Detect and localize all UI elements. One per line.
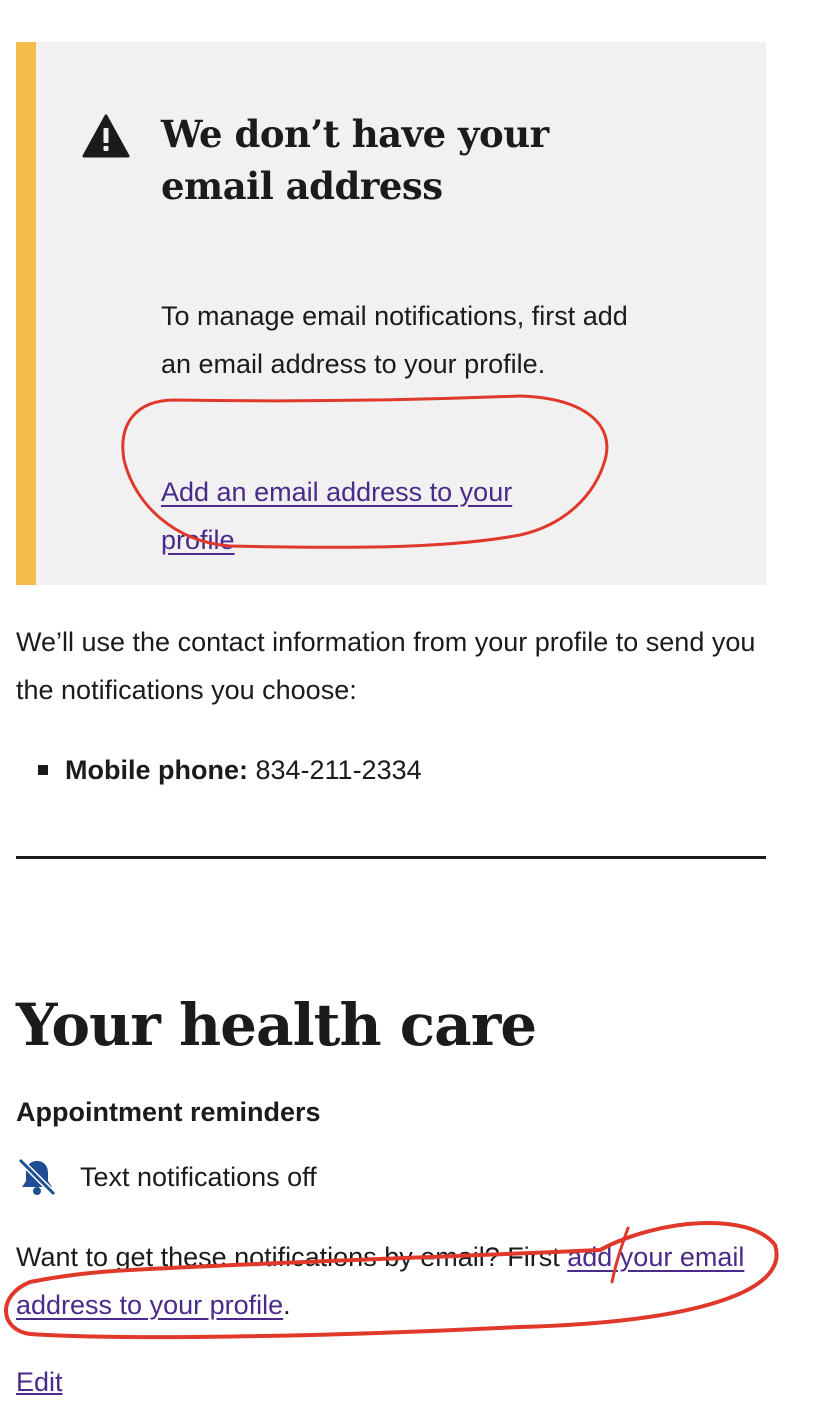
alert-body: To manage email notifications, first add…	[161, 301, 628, 379]
section-divider	[16, 856, 766, 859]
notification-status-text: Text notifications off	[80, 1161, 317, 1192]
section-title: Your health care	[16, 991, 537, 1059]
add-email-link[interactable]: Add an email address to your profile	[161, 468, 581, 564]
contact-label: Mobile phone:	[65, 755, 248, 785]
email-missing-alert: We don’t have your email address To mana…	[16, 42, 766, 585]
appointment-reminders-heading: Appointment reminders	[16, 1097, 321, 1127]
alert-accent-bar	[16, 42, 36, 585]
warning-icon	[82, 114, 130, 158]
contact-value: 834-211-2334	[247, 755, 422, 785]
contact-item-mobile-phone: Mobile phone: 834-211-2334	[16, 746, 422, 794]
contact-list: Mobile phone: 834-211-2334	[16, 746, 422, 794]
notification-status: Text notifications off	[16, 1154, 317, 1200]
email-prompt-end: .	[283, 1290, 291, 1320]
edit-link[interactable]: Edit	[16, 1358, 63, 1406]
bell-off-icon	[17, 1157, 57, 1197]
alert-heading: We don’t have your email address	[161, 112, 549, 208]
email-prompt: Want to get these notifications by email…	[16, 1233, 776, 1329]
email-prompt-text: Want to get these notifications by email…	[16, 1242, 568, 1272]
list-bullet	[38, 765, 48, 775]
contact-intro: We’ll use the contact information from y…	[16, 627, 756, 705]
